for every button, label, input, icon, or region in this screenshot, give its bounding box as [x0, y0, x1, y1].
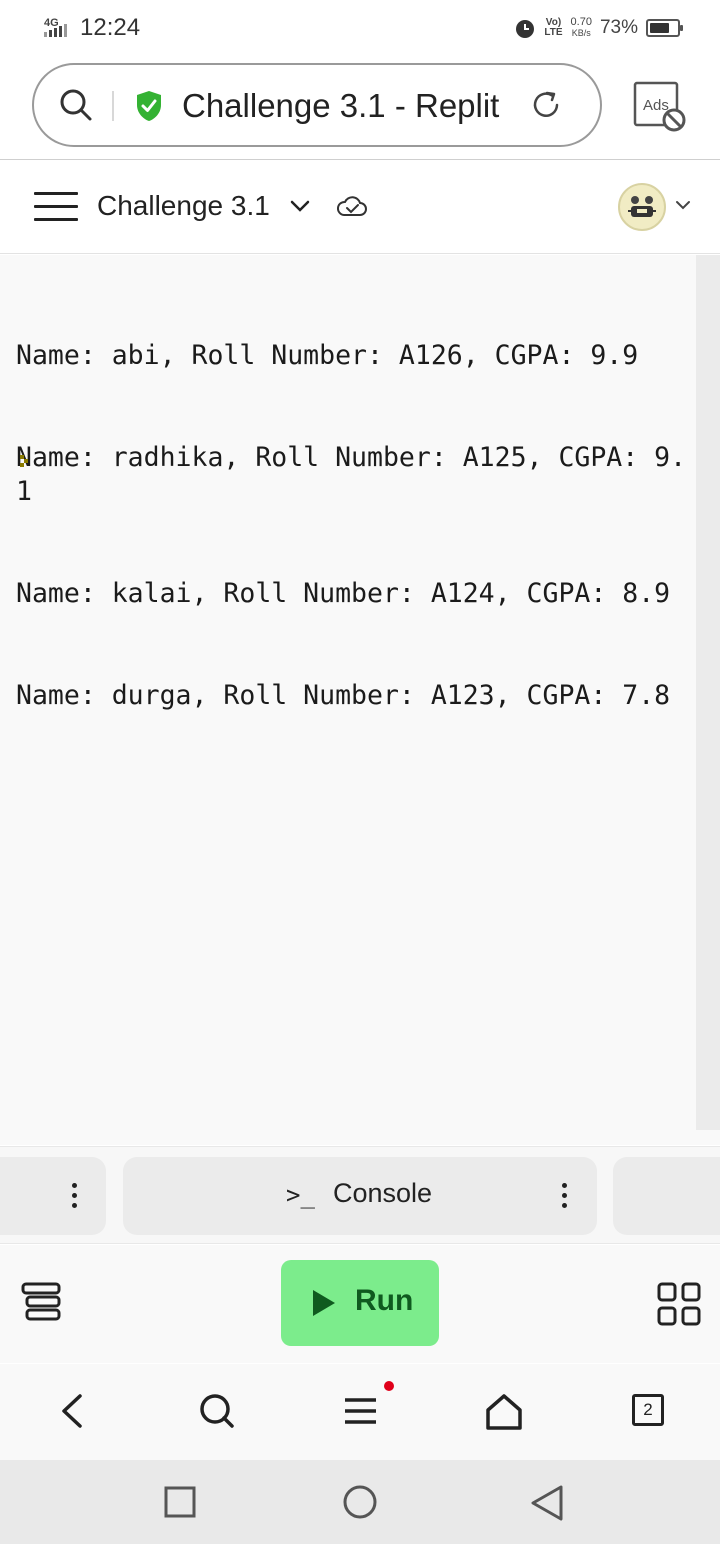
- tab-console-label: Console: [333, 1178, 433, 1208]
- browser-navigation: 2: [0, 1364, 720, 1460]
- console-line: Name: kalai, Roll Number: A124, CGPA: 8.…: [16, 578, 671, 609]
- system-home-icon[interactable]: [340, 1484, 380, 1522]
- back-icon[interactable]: [58, 1392, 86, 1430]
- tab-console[interactable]: >_ Console: [123, 1157, 597, 1235]
- grid-icon[interactable]: [656, 1281, 702, 1327]
- menu-icon[interactable]: [342, 1392, 380, 1430]
- system-back-icon[interactable]: [528, 1484, 566, 1524]
- recent-apps-icon[interactable]: [163, 1484, 197, 1520]
- run-button[interactable]: Run: [281, 1260, 439, 1346]
- console-line: Name: durga, Roll Number: A123, CGPA: 7.…: [16, 680, 671, 711]
- network-type: 4G: [44, 17, 59, 29]
- run-label: Run: [355, 1284, 414, 1317]
- tab-previous[interactable]: [0, 1157, 106, 1235]
- status-bar: 4G 12:24 Vo) LTE 0.70 KB/s 73%: [0, 0, 720, 56]
- home-icon[interactable]: [484, 1392, 524, 1432]
- app-toolbar: Run: [0, 1245, 720, 1363]
- tabs-icon[interactable]: 2: [632, 1394, 664, 1426]
- kebab-icon[interactable]: [72, 1183, 78, 1213]
- ads-block-icon[interactable]: Ads: [630, 80, 688, 136]
- console-output[interactable]: Name: abi, Roll Number: A126, CGPA: 9.9 …: [0, 255, 720, 1145]
- search-icon[interactable]: [198, 1392, 236, 1430]
- pane-tab-strip: >_ Console: [0, 1146, 720, 1244]
- avatar[interactable]: [618, 183, 666, 231]
- chevron-down-icon[interactable]: [288, 196, 312, 216]
- ads-block-button[interactable]: Ads: [630, 80, 688, 136]
- clock: 12:24: [80, 14, 141, 41]
- console-line: Name: abi, Roll Number: A126, CGPA: 9.9: [16, 340, 639, 371]
- avatar-icon: [628, 196, 656, 217]
- search-icon[interactable]: [58, 87, 94, 123]
- volte-indicator: Vo) LTE: [544, 17, 563, 38]
- battery-icon: [646, 19, 683, 37]
- terminal-icon: >_: [286, 1181, 315, 1209]
- hamburger-icon[interactable]: [34, 192, 78, 224]
- console-scrollbar[interactable]: [696, 255, 720, 1130]
- system-navigation: [0, 1460, 720, 1544]
- repl-name[interactable]: Challenge 3.1: [97, 190, 270, 222]
- tab-next[interactable]: [613, 1157, 720, 1235]
- play-icon: [313, 1290, 335, 1316]
- kebab-icon[interactable]: [562, 1183, 568, 1213]
- battery-percent: 73%: [599, 17, 638, 38]
- chevron-down-icon[interactable]: [674, 198, 692, 212]
- cloud-check-icon[interactable]: [336, 194, 368, 220]
- page-title[interactable]: Challenge 3.1 - Replit: [182, 87, 499, 125]
- replit-header: Challenge 3.1: [0, 160, 720, 254]
- network-speed: 0.70 KB/s: [570, 16, 592, 39]
- battery-fill: [650, 23, 669, 33]
- console-line: Name: radhika, Roll Number: A125, CGPA: …: [16, 442, 687, 507]
- address-bar[interactable]: Challenge 3.1 - Replit: [32, 63, 602, 147]
- prompt-icon: [20, 455, 28, 467]
- reload-icon[interactable]: [528, 87, 564, 123]
- divider: [112, 91, 114, 121]
- notification-dot: [384, 1381, 394, 1391]
- console-text: Name: abi, Roll Number: A126, CGPA: 9.9 …: [16, 271, 700, 781]
- ads-label: Ads: [643, 97, 669, 114]
- alarm-icon: [516, 20, 535, 38]
- shield-check-icon: [137, 91, 161, 121]
- signal-icon: 4G: [44, 17, 67, 37]
- layers-icon[interactable]: [20, 1281, 62, 1323]
